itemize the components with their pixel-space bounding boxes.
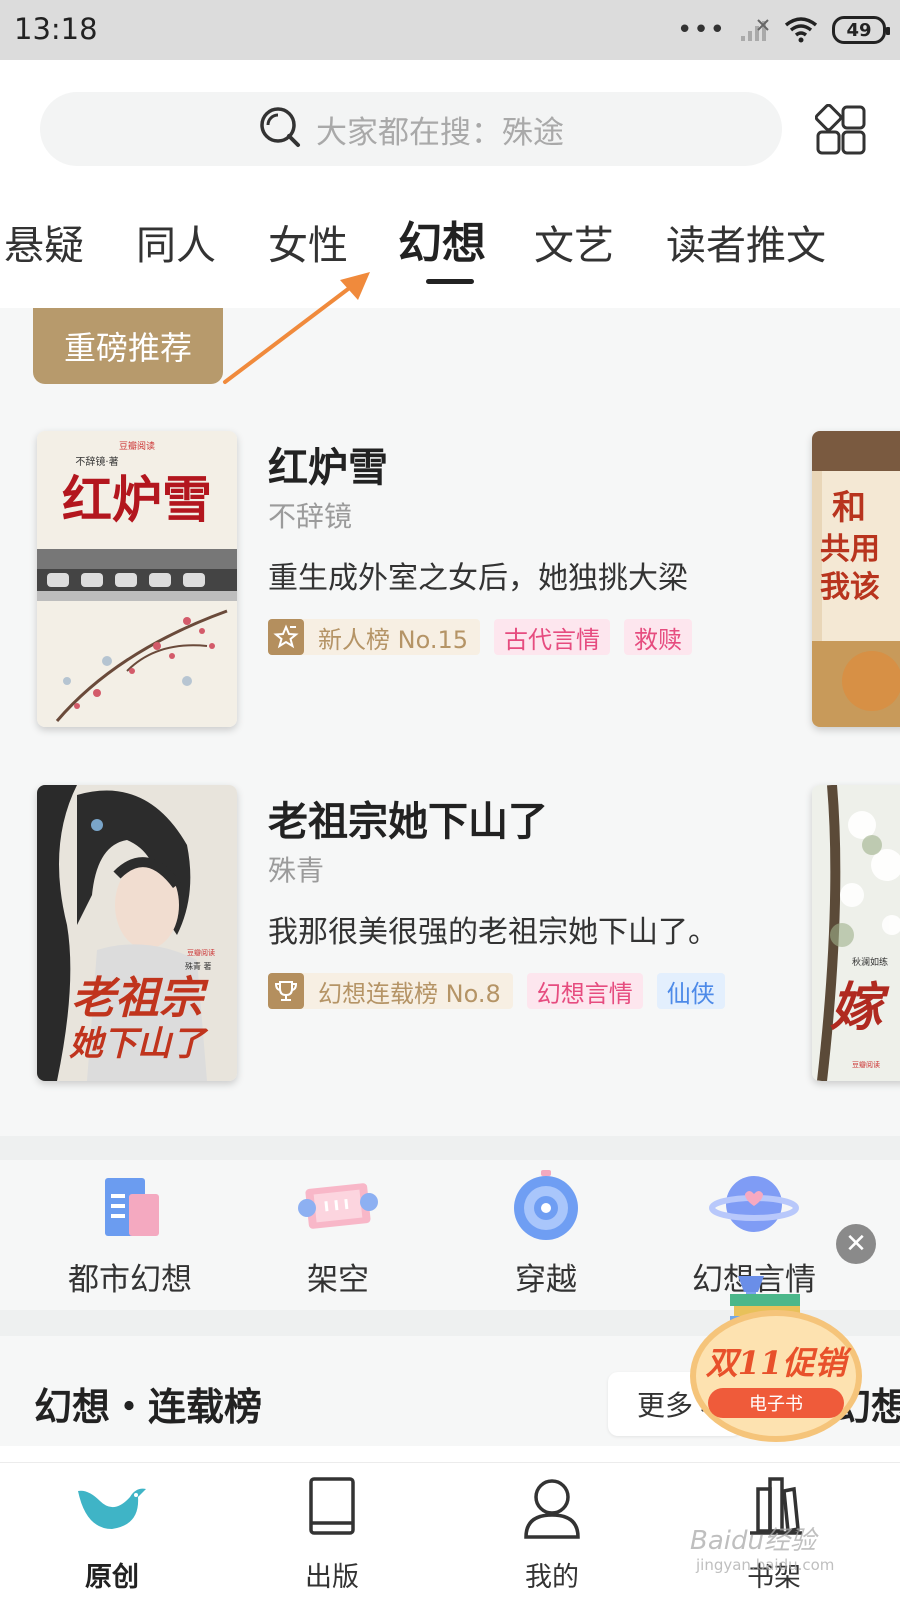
category-alt-history[interactable]: 架空 — [258, 1160, 418, 1299]
active-tab-indicator — [426, 279, 474, 284]
battery-icon: 49 — [832, 16, 890, 44]
side-cover-author: 秋澜如练 — [852, 956, 888, 968]
side-cover-publisher: 豆瓣阅读 — [852, 1060, 880, 1069]
cover-publisher: 豆瓣阅读 — [119, 440, 155, 452]
genre-tag[interactable]: 幻想言情 — [526, 973, 643, 1009]
book-tags: 幻想连载榜 No.8 幻想言情 仙侠 — [268, 973, 725, 1009]
book-item[interactable]: 豆瓣阅读 不辞镜·著 红炉雪 红炉雪 不辞镜 重生成外室之女后，她独挑大梁 新人… — [0, 431, 900, 731]
nav-label: 原创 — [85, 1562, 139, 1593]
tab-fantasy[interactable]: 幻想 — [398, 207, 486, 271]
book-item[interactable]: 豆瓣阅读 殊青 著 老祖宗 她下山了 老祖宗她下山了 殊青 我那很美很强的老祖宗… — [0, 785, 900, 1085]
bird-logo-icon — [74, 1475, 150, 1541]
search-placeholder: 大家都在搜：殊途 — [316, 114, 564, 151]
book-title[interactable]: 老祖宗她下山了 — [268, 789, 548, 847]
book-cover[interactable]: 豆瓣阅读 不辞镜·著 红炉雪 — [37, 431, 237, 727]
category-label: 都市幻想 — [68, 1262, 192, 1298]
promo-subtitle: 电子书 — [749, 1394, 803, 1415]
rank-tag[interactable]: 新人榜 No.15 — [268, 619, 481, 655]
tab-female[interactable]: 女性 — [268, 213, 348, 271]
ranking-title: 幻想・连载榜 — [34, 1385, 263, 1429]
trophy-icon — [268, 973, 304, 1009]
cover-publisher: 豆瓣阅读 — [187, 948, 215, 957]
book-author: 殊青 — [268, 854, 325, 887]
cover-title-line2: 她下山了 — [69, 1024, 209, 1064]
tab-suspense[interactable]: 悬疑 — [4, 213, 84, 271]
category-grid-icon[interactable] — [814, 103, 867, 156]
cover-author: 殊青 著 — [185, 961, 212, 971]
genre-tag[interactable]: 仙侠 — [656, 973, 725, 1009]
rank-label: 新人榜 No.15 — [318, 625, 469, 654]
status-icons: ••• 49 — [676, 14, 890, 46]
cover-author: 不辞镜·著 — [75, 455, 118, 468]
promo-title: 双11促销 — [706, 1344, 853, 1382]
rank-label: 幻想连载榜 No.8 — [318, 979, 501, 1008]
cover-title-line1: 老祖宗 — [71, 973, 209, 1024]
recommend-section: 重磅推荐 豆瓣阅读 不辞镜·著 红炉雪 红炉雪 不辞镜 重生成外室之女后，她独挑… — [0, 308, 900, 1136]
book-cover[interactable]: 豆瓣阅读 殊青 著 老祖宗 她下山了 — [37, 785, 237, 1081]
category-label: 穿越 — [515, 1262, 577, 1298]
category-time-travel[interactable]: 穿越 — [466, 1160, 626, 1299]
genre-tag[interactable]: 救赎 — [624, 619, 693, 655]
nav-label: 我的 — [525, 1562, 579, 1593]
planet-icon — [709, 1164, 799, 1244]
category-city-fantasy[interactable]: 都市幻想 — [50, 1160, 210, 1299]
book-description: 我那很美很强的老祖宗她下山了。 — [268, 915, 718, 950]
watermark-url: jingyan.baidu.com — [696, 1556, 835, 1574]
user-icon — [514, 1475, 590, 1541]
genre-tag[interactable]: 古代言情 — [494, 619, 611, 655]
tab-literary[interactable]: 文艺 — [534, 213, 614, 271]
scroll-icon — [293, 1164, 383, 1244]
svg-text:共用: 共用 — [820, 532, 880, 567]
book-title[interactable]: 红炉雪 — [268, 435, 388, 493]
section-divider — [0, 1136, 900, 1160]
tab-reader-picks[interactable]: 读者推文 — [666, 213, 826, 271]
book-author: 不辞镜 — [268, 500, 353, 533]
search-icon — [258, 105, 302, 153]
status-bar: 13:18 ••• 49 — [0, 0, 900, 60]
nav-mine[interactable]: 我的 — [482, 1475, 622, 1594]
more-dots-icon: ••• — [676, 15, 726, 45]
more-label: 更多 — [636, 1389, 693, 1422]
category-tabs: 悬疑 同人 女性 幻想 文艺 读者推文 — [0, 195, 900, 305]
next-book-cover[interactable]: 秋澜如练 嫁 豆瓣阅读 — [812, 785, 900, 1081]
svg-text:我该: 我该 — [820, 570, 880, 605]
promo-banner[interactable]: 双11促销 电子书 — [686, 1266, 866, 1444]
nav-publish[interactable]: 出版 — [262, 1475, 402, 1594]
status-time: 13:18 — [14, 12, 98, 46]
annotation-arrow — [223, 272, 370, 384]
category-label: 架空 — [307, 1262, 369, 1298]
svg-text:和: 和 — [832, 488, 866, 528]
city-book-icon — [85, 1164, 175, 1244]
signal-icon — [740, 18, 770, 42]
book-description: 重生成外室之女后，她独挑大梁 — [268, 561, 688, 596]
side-cover-title: 嫁 — [830, 977, 890, 1038]
book-tags: 新人榜 No.15 古代言情 救赎 — [268, 619, 693, 655]
next-book-cover[interactable]: 和 共用 我该 — [812, 431, 900, 727]
tab-fanfic[interactable]: 同人 — [136, 213, 216, 271]
book-icon — [294, 1475, 370, 1541]
recommend-badge: 重磅推荐 — [33, 308, 223, 384]
star-icon — [268, 619, 304, 655]
rank-tag[interactable]: 幻想连载榜 No.8 — [268, 973, 513, 1009]
search-bar[interactable]: 大家都在搜：殊途 — [40, 92, 782, 166]
nav-original[interactable]: 原创 — [42, 1475, 182, 1594]
portal-icon — [501, 1164, 591, 1244]
cover-title: 红炉雪 — [62, 470, 212, 529]
wifi-icon — [784, 17, 818, 43]
close-icon[interactable]: ✕ — [836, 1224, 876, 1264]
nav-label: 出版 — [305, 1562, 359, 1593]
watermark: Baidu经验 — [690, 1526, 816, 1556]
